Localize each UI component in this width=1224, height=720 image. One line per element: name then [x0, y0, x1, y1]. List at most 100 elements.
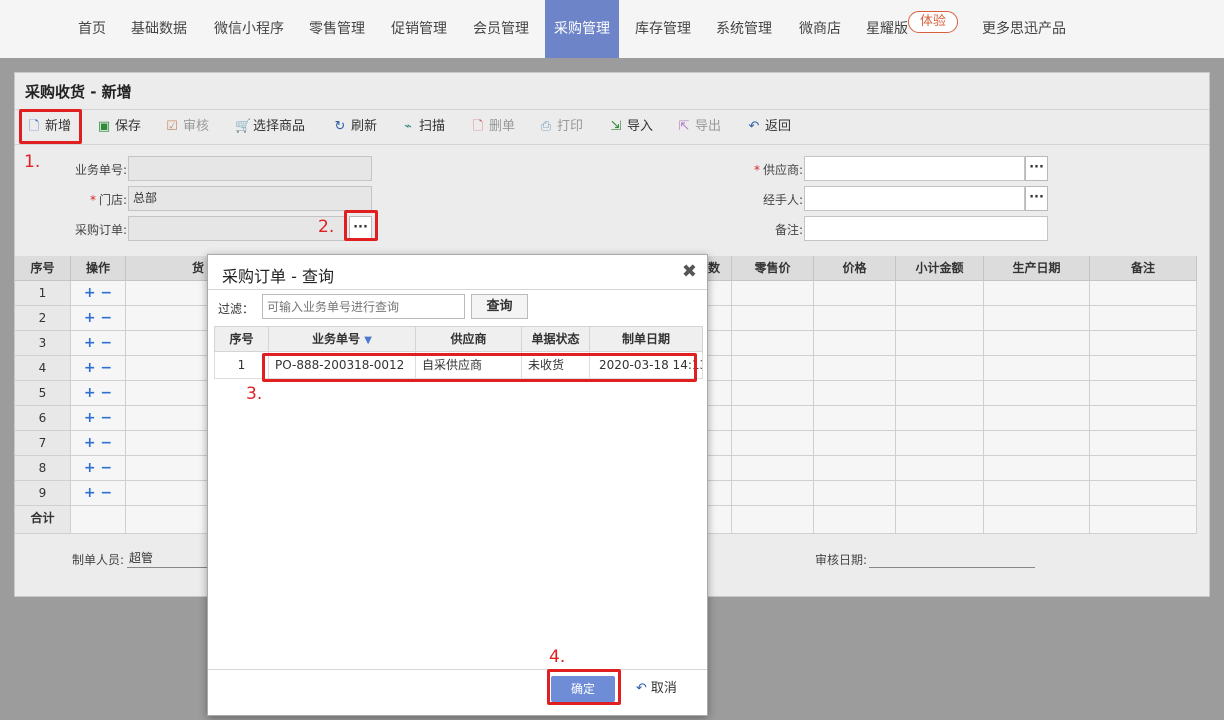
grid-cell[interactable] — [1090, 406, 1197, 431]
remove-row-icon[interactable]: − — [96, 385, 112, 401]
query-button[interactable]: 查询 — [471, 294, 528, 319]
grid-cell[interactable] — [984, 456, 1090, 481]
print-button[interactable]: ⎙ 打印 — [539, 110, 583, 144]
handler-field[interactable] — [804, 186, 1025, 211]
remove-row-icon[interactable]: − — [96, 485, 112, 501]
grid-cell[interactable] — [1090, 381, 1197, 406]
nav-inventory[interactable]: 库存管理 — [628, 0, 698, 58]
remark-field[interactable] — [804, 216, 1048, 241]
grid-cell[interactable] — [896, 381, 984, 406]
grid-cell[interactable] — [732, 456, 814, 481]
scan-button[interactable]: ⌁ 扫描 — [401, 110, 445, 144]
nav-system[interactable]: 系统管理 — [709, 0, 779, 58]
add-row-icon[interactable]: + — [84, 410, 96, 426]
nav-member[interactable]: 会员管理 — [466, 0, 536, 58]
grid-cell[interactable] — [1090, 281, 1197, 306]
grid-cell[interactable] — [814, 381, 896, 406]
remove-row-icon[interactable]: − — [96, 285, 112, 301]
grid-cell[interactable] — [984, 481, 1090, 506]
po-field[interactable] — [128, 216, 346, 241]
add-row-icon[interactable]: + — [84, 360, 96, 376]
grid-cell[interactable] — [896, 481, 984, 506]
add-row-icon[interactable]: + — [84, 310, 96, 326]
add-row-icon[interactable]: + — [84, 385, 96, 401]
grid-cell[interactable] — [814, 481, 896, 506]
select-goods-button[interactable]: 🛒 选择商品 — [235, 110, 305, 144]
grid-cell[interactable] — [984, 356, 1090, 381]
remove-row-icon[interactable]: − — [96, 435, 112, 451]
grid-cell[interactable] — [706, 431, 732, 456]
grid-cell[interactable] — [814, 431, 896, 456]
grid-cell[interactable] — [896, 406, 984, 431]
grid-cell[interactable] — [706, 406, 732, 431]
nav-basic-data[interactable]: 基础数据 — [124, 0, 194, 58]
grid-cell[interactable] — [984, 431, 1090, 456]
supplier-field[interactable] — [804, 156, 1025, 181]
grid-cell[interactable] — [896, 281, 984, 306]
grid-cell[interactable] — [732, 281, 814, 306]
grid-cell[interactable] — [814, 406, 896, 431]
grid-cell[interactable] — [706, 456, 732, 481]
add-row-icon[interactable]: + — [84, 485, 96, 501]
nav-micro-shop[interactable]: 微商店 — [792, 0, 848, 58]
grid-cell[interactable] — [706, 481, 732, 506]
export-button[interactable]: ⇱ 导出 — [677, 110, 721, 144]
grid-cell[interactable] — [706, 356, 732, 381]
remove-row-icon[interactable]: − — [96, 335, 112, 351]
close-icon[interactable]: ✖ — [682, 261, 697, 282]
grid-cell[interactable] — [706, 281, 732, 306]
remove-row-icon[interactable]: − — [96, 360, 112, 376]
grid-cell[interactable] — [1090, 456, 1197, 481]
grid-cell[interactable] — [1090, 331, 1197, 356]
add-row-icon[interactable]: + — [84, 285, 96, 301]
grid-cell[interactable] — [984, 381, 1090, 406]
grid-cell[interactable] — [706, 331, 732, 356]
remove-row-icon[interactable]: − — [96, 310, 112, 326]
dcol-order-no[interactable]: 业务单号 ▼ — [269, 326, 416, 352]
add-row-icon[interactable]: + — [84, 435, 96, 451]
save-button[interactable]: ▣ 保存 — [97, 110, 141, 144]
grid-cell[interactable] — [732, 306, 814, 331]
grid-cell[interactable] — [896, 331, 984, 356]
grid-cell[interactable] — [732, 431, 814, 456]
approve-button[interactable]: ☑ 审核 — [165, 110, 209, 144]
grid-cell[interactable] — [732, 481, 814, 506]
remove-row-icon[interactable]: − — [96, 460, 112, 476]
add-row-icon[interactable]: + — [84, 460, 96, 476]
nav-mini-program[interactable]: 微信小程序 — [204, 0, 294, 58]
add-row-icon[interactable]: + — [84, 335, 96, 351]
refresh-button[interactable]: ↻ 刷新 — [333, 110, 377, 144]
remove-row-icon[interactable]: − — [96, 410, 112, 426]
grid-cell[interactable] — [732, 331, 814, 356]
grid-cell[interactable] — [732, 406, 814, 431]
grid-cell[interactable] — [984, 406, 1090, 431]
grid-cell[interactable] — [706, 306, 732, 331]
delete-doc-button[interactable]: 🗋 删单 — [471, 110, 515, 144]
grid-cell[interactable] — [1090, 481, 1197, 506]
grid-cell[interactable] — [984, 306, 1090, 331]
filter-input[interactable] — [262, 294, 465, 319]
grid-cell[interactable] — [814, 331, 896, 356]
grid-cell[interactable] — [814, 281, 896, 306]
grid-cell[interactable] — [896, 456, 984, 481]
supplier-picker-button[interactable]: ··· — [1025, 156, 1048, 181]
grid-cell[interactable] — [814, 306, 896, 331]
nav-more-products[interactable]: 更多思迅产品 — [976, 0, 1072, 58]
store-field[interactable]: 总部 — [128, 186, 372, 211]
back-button[interactable]: ↶ 返回 — [747, 110, 791, 144]
nav-home[interactable]: 首页 — [68, 0, 116, 58]
grid-cell[interactable] — [732, 381, 814, 406]
grid-cell[interactable] — [1090, 356, 1197, 381]
cancel-button[interactable]: ↶ 取消 — [636, 676, 677, 702]
nav-retail[interactable]: 零售管理 — [302, 0, 372, 58]
grid-cell[interactable] — [732, 356, 814, 381]
grid-cell[interactable] — [814, 456, 896, 481]
import-button[interactable]: ⇲ 导入 — [609, 110, 653, 144]
nav-promotion[interactable]: 促销管理 — [384, 0, 454, 58]
nav-star-edition[interactable]: 星耀版 — [860, 0, 914, 58]
grid-cell[interactable] — [984, 331, 1090, 356]
grid-cell[interactable] — [1090, 431, 1197, 456]
nav-purchase[interactable]: 采购管理 — [545, 0, 619, 58]
grid-cell[interactable] — [814, 356, 896, 381]
grid-cell[interactable] — [896, 431, 984, 456]
